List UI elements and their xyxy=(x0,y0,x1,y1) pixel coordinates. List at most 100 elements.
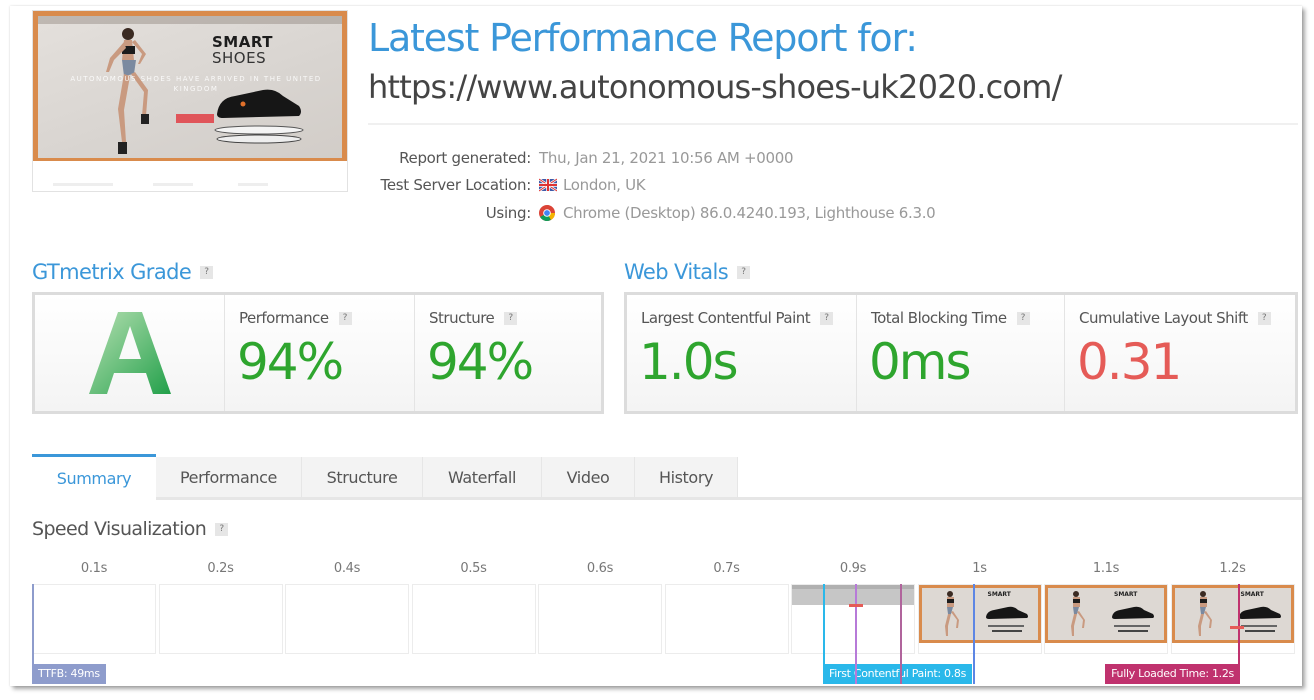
filmstrip-frame[interactable]: 0.6s xyxy=(538,554,662,654)
frame-thumbnail xyxy=(158,584,283,654)
meta-value: Chrome (Desktop) 86.0.4240.193, Lighthou… xyxy=(539,203,936,222)
frame-thumbnail: SMART xyxy=(1044,584,1168,654)
tab-summary[interactable]: Summary xyxy=(32,454,156,500)
meta-label: Using: xyxy=(485,203,532,222)
meta-row-server-location: Test Server Location: London, UK xyxy=(368,172,1068,200)
screenshot-image: SMART SHOES AUTONOMOUS SHOES HAVE ARRIVE… xyxy=(33,11,347,161)
structure-label: Structure ? xyxy=(429,309,518,327)
structure-score: 94% xyxy=(427,333,534,391)
metric-label: Structure xyxy=(429,309,495,327)
browser-value: Chrome (Desktop) 86.0.4240.193, Lighthou… xyxy=(563,203,936,222)
help-icon[interactable]: ? xyxy=(737,265,751,279)
web-vitals-panel: Largest Contentful Paint ? 1.0s Total Bl… xyxy=(624,292,1298,414)
web-vitals-label: Web Vitals xyxy=(624,260,729,284)
performance-cell: Performance ? 94% xyxy=(225,295,415,411)
uk-flag-icon xyxy=(539,178,557,193)
frame-time-label: 1.1s xyxy=(1092,561,1120,576)
ttfb-marker-label: TTFB: 49ms xyxy=(32,664,106,684)
meta-row-report-generated: Report generated: Thu, Jan 21, 2021 10:5… xyxy=(368,144,1068,172)
lcp-label: Largest Contentful Paint ? xyxy=(641,309,834,327)
frame-thumbnail xyxy=(538,584,662,654)
filmstrip-frame[interactable]: 1.2s SMART xyxy=(1170,554,1295,654)
meta-label: Test Server Location: xyxy=(380,176,532,195)
grade-cell xyxy=(35,295,225,411)
help-icon[interactable]: ? xyxy=(200,265,214,279)
frame-thumbnail: SMART xyxy=(917,584,1042,654)
frame-time-label: 0.6s xyxy=(586,561,614,576)
help-icon[interactable]: ? xyxy=(820,311,834,325)
report-tabs: Summary Performance Structure Waterfall … xyxy=(32,454,1302,500)
report-url[interactable]: https://www.autonomous-shoes-uk2020.com/ xyxy=(368,68,1062,106)
tab-structure[interactable]: Structure xyxy=(302,457,423,497)
screenshot-nav-bar xyxy=(38,16,342,24)
tab-history[interactable]: History xyxy=(635,457,738,497)
screenshot-footer xyxy=(33,161,347,191)
thumbnail-brand-line2: SHOES xyxy=(212,49,267,67)
gtmetrix-grade-title: GTmetrix Grade ? xyxy=(32,260,214,284)
header-divider xyxy=(368,123,1298,125)
help-icon[interactable]: ? xyxy=(338,311,352,325)
frame-time-label: 0.2s xyxy=(207,561,234,576)
gtmetrix-grade-label: GTmetrix Grade xyxy=(32,260,192,284)
tab-performance[interactable]: Performance xyxy=(156,457,302,497)
speed-visualization-label: Speed Visualization xyxy=(32,518,207,540)
tbt-value: 0ms xyxy=(869,333,972,391)
metric-label: Cumulative Layout Shift xyxy=(1079,309,1248,327)
cls-value: 0.31 xyxy=(1077,333,1182,391)
metric-label: Total Blocking Time xyxy=(871,309,1007,327)
frame-thumbnail: SMART xyxy=(1170,584,1295,654)
shoe-platform-image xyxy=(214,125,304,144)
filmstrip-frame[interactable]: 1.1s SMART xyxy=(1044,554,1168,654)
speed-filmstrip: 0.1s 0.2s 0.4s 0.5s 0.6s 0.7s 0.9s 1s SMART 1.1s S… xyxy=(32,554,1302,684)
timing-marker-line xyxy=(900,584,902,684)
structure-cell: Structure ? 94% xyxy=(415,295,601,411)
filmstrip-frame[interactable]: 0.4s xyxy=(285,554,409,654)
lcp-value: 1.0s xyxy=(639,333,739,391)
metric-label: Performance xyxy=(239,309,329,327)
help-icon[interactable]: ? xyxy=(1257,311,1271,325)
site-screenshot-thumbnail[interactable]: SMART SHOES AUTONOMOUS SHOES HAVE ARRIVE… xyxy=(32,10,348,192)
frame-rendered-page: SMART xyxy=(1045,585,1167,643)
tbt-label: Total Blocking Time ? xyxy=(871,309,1030,327)
help-icon[interactable]: ? xyxy=(1016,311,1030,325)
thumbnail-cta-button xyxy=(176,114,214,123)
ttfb-marker-line xyxy=(32,584,34,664)
shoe-image xyxy=(217,89,301,118)
chrome-icon xyxy=(539,204,555,221)
fcp-marker-label: First Contentful Paint: 0.8s xyxy=(823,664,973,684)
filmstrip-frame[interactable]: 1s SMART xyxy=(917,554,1042,654)
frame-time-label: 0.7s xyxy=(713,561,740,576)
tab-waterfall[interactable]: Waterfall xyxy=(423,457,542,497)
frame-thumbnail xyxy=(791,584,915,654)
cls-cell: Cumulative Layout Shift ? 0.31 xyxy=(1065,295,1295,411)
page-title: Latest Performance Report for: xyxy=(368,16,918,60)
filmstrip-frame[interactable]: 0.5s xyxy=(411,554,536,654)
layout-shift-indicator xyxy=(849,604,863,607)
lcp-cell: Largest Contentful Paint ? 1.0s xyxy=(627,295,857,411)
frame-time-label: 0.1s xyxy=(80,561,108,576)
performance-score: 94% xyxy=(237,333,344,391)
grade-a-icon xyxy=(88,312,171,394)
web-vitals-title: Web Vitals ? xyxy=(624,260,751,284)
report-card: SMART SHOES AUTONOMOUS SHOES HAVE ARRIVE… xyxy=(10,6,1302,686)
help-icon[interactable]: ? xyxy=(504,311,518,325)
meta-label: Report generated: xyxy=(399,148,531,167)
help-icon[interactable]: ? xyxy=(215,522,229,536)
grade-letter xyxy=(35,295,224,411)
gtmetrix-grade-panel: Performance ? 94% Structure ? 94% xyxy=(32,292,604,414)
filmstrip-frame[interactable]: 0.2s xyxy=(158,554,283,654)
lcp-marker-line xyxy=(973,584,975,684)
metric-label: Largest Contentful Paint xyxy=(641,309,811,327)
tabs-divider xyxy=(32,497,1302,500)
frame-time-label: 0.4s xyxy=(333,561,361,576)
frame-thumbnail xyxy=(285,584,409,654)
filmstrip-frame[interactable]: 0.7s xyxy=(664,554,789,654)
layout-shift-indicator xyxy=(1230,626,1244,629)
tbt-cell: Total Blocking Time ? 0ms xyxy=(857,295,1065,411)
frame-partial-render xyxy=(792,585,914,605)
report-meta: Report generated: Thu, Jan 21, 2021 10:5… xyxy=(368,144,1068,227)
speed-visualization-title: Speed Visualization ? xyxy=(32,518,229,540)
tab-video[interactable]: Video xyxy=(542,457,635,497)
filmstrip-frame[interactable]: 0.1s xyxy=(32,554,156,654)
meta-row-using: Using: Chrome (Desktop) 86.0.4240.193, L… xyxy=(368,199,1068,227)
